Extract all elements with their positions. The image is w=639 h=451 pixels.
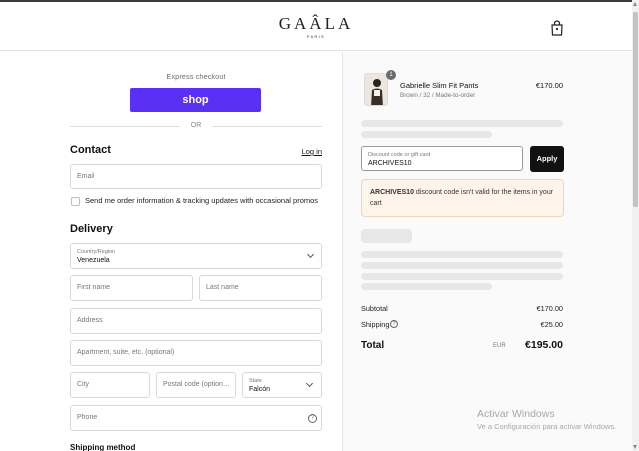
scrollbar-thumb[interactable]	[633, 12, 638, 207]
loading-placeholder	[361, 273, 563, 280]
help-icon[interactable]: ?	[308, 414, 317, 423]
brand-logo[interactable]: GAÂLA	[270, 14, 362, 34]
discount-error-banner: ARCHIVES10 discount code isn't valid for…	[361, 179, 564, 217]
postal-code-field[interactable]: Postal code (option…	[156, 372, 236, 398]
delivery-heading: Delivery	[70, 223, 113, 235]
state-select[interactable]: State Falcón	[242, 372, 322, 398]
express-checkout-title: Express checkout	[166, 72, 226, 81]
windows-activation-watermark: Activar Windows	[477, 408, 555, 420]
shipping-value: €25.00	[540, 320, 563, 329]
postal-code-placeholder: Postal code (option…	[163, 381, 230, 388]
site-header: GAÂLA PARIS	[0, 2, 632, 51]
windows-activation-subtext: Ve a Configuración para activar Windows.	[477, 422, 617, 431]
loading-placeholder	[361, 283, 492, 290]
last-name-placeholder: Last name	[206, 284, 239, 291]
phone-placeholder: Phone	[77, 414, 98, 421]
country-label: Country/Region	[77, 249, 116, 255]
loading-placeholder	[361, 229, 412, 243]
login-link[interactable]: Log in	[290, 147, 322, 156]
apartment-field[interactable]: Apartment, suite, etc. (optional)	[70, 340, 322, 366]
first-name-field[interactable]: First name	[70, 275, 193, 301]
divider-line	[212, 126, 322, 127]
shipping-method-heading: Shipping method	[70, 443, 136, 451]
scroll-down-arrow-icon[interactable]	[633, 445, 637, 449]
quantity-badge: 1	[386, 70, 396, 80]
loading-placeholder	[361, 262, 563, 269]
product-price: €170.00	[535, 81, 563, 90]
discount-error-text: ARCHIVES10 discount code isn't valid for…	[370, 187, 560, 209]
last-name-field[interactable]: Last name	[199, 275, 322, 301]
discount-code-field[interactable]: Discount code or gift card ARCHIVES10	[361, 146, 523, 171]
address-field[interactable]: Address	[70, 308, 322, 334]
product-image	[365, 74, 387, 105]
scroll-up-arrow-icon[interactable]	[633, 2, 637, 6]
divider-line	[70, 126, 180, 127]
discount-code-value: ARCHIVES10	[368, 160, 412, 167]
page-scrollbar[interactable]	[632, 0, 639, 451]
apply-discount-button[interactable]: Apply	[530, 146, 564, 172]
order-summary-column: 1 Gabrielle Slim Fit Pants Brown / 32 / …	[342, 52, 632, 451]
contact-heading: Contact	[70, 144, 111, 156]
or-label: OR	[190, 122, 202, 129]
product-thumbnail	[364, 73, 388, 106]
chevron-down-icon	[305, 379, 314, 388]
apartment-placeholder: Apartment, suite, etc. (optional)	[77, 349, 175, 356]
shipping-label: Shipping	[361, 320, 390, 329]
checkout-form-column: Express checkout shop OR Contact Log in …	[0, 52, 342, 451]
phone-field[interactable]: Phone ?	[70, 405, 322, 431]
shop-pay-button[interactable]: shop	[130, 88, 261, 112]
chevron-down-icon	[306, 250, 315, 259]
newsletter-label: Send me order information & tracking upd…	[85, 196, 319, 205]
brand-logo-subtitle: PARIS	[306, 35, 326, 39]
loading-placeholder	[361, 251, 563, 258]
country-select[interactable]: Country/Region Venezuela	[70, 243, 322, 269]
city-placeholder: City	[77, 381, 90, 388]
total-currency: EUR	[493, 343, 506, 349]
state-label: State	[249, 378, 262, 384]
subtotal-label: Subtotal	[361, 304, 388, 313]
address-placeholder: Address	[77, 317, 103, 324]
subtotal-value: €170.00	[536, 304, 563, 313]
country-value: Venezuela	[77, 257, 110, 264]
first-name-placeholder: First name	[77, 284, 111, 291]
loading-placeholder	[361, 131, 492, 138]
state-value: Falcón	[249, 386, 271, 393]
discount-code-label: Discount code or gift card	[368, 152, 431, 158]
error-code: ARCHIVES10	[370, 189, 414, 196]
email-placeholder: Email	[77, 173, 95, 180]
city-field[interactable]: City	[70, 372, 150, 398]
product-variant: Brown / 32 / Made-to-order	[400, 92, 476, 99]
total-label: Total	[361, 340, 385, 351]
loading-placeholder	[361, 120, 563, 127]
checkout-page: GAÂLA PARIS Express checkout shop OR Con…	[0, 0, 639, 451]
help-icon[interactable]: ?	[390, 320, 398, 328]
or-divider: OR	[70, 121, 322, 131]
email-field[interactable]: Email	[70, 164, 322, 189]
product-name: Gabrielle Slim Fit Pants	[400, 81, 479, 90]
newsletter-checkbox[interactable]	[71, 197, 80, 206]
shopping-bag-icon[interactable]	[550, 20, 564, 36]
total-value: €195.00	[525, 339, 563, 351]
